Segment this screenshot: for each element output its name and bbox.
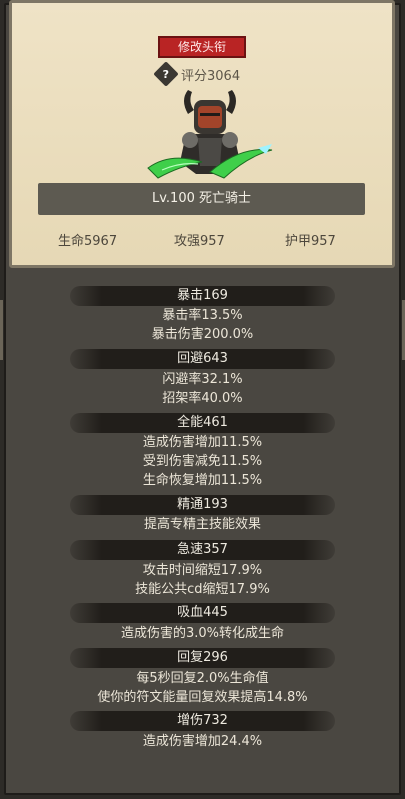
stat-header-mastery: 精通193 (70, 495, 335, 515)
stat-line: 暴击率13.5% (162, 308, 243, 323)
stat-line: 使你的符文能量回复效果提高14.8% (97, 690, 308, 705)
armor-stat: 护甲957 (285, 234, 336, 249)
stat-line: 闪避率32.1% (162, 372, 243, 387)
stat-line: 受到伤害减免11.5% (142, 454, 263, 469)
stat-header-lifesteal: 吸血445 (70, 603, 335, 623)
attack-stat: 攻强957 (174, 234, 225, 249)
stat-line: 每5秒回复2.0%生命值 (136, 671, 269, 686)
stat-line: 攻击时间缩短17.9% (142, 563, 263, 578)
stat-header-regen: 回复296 (70, 648, 335, 668)
hp-stat: 生命5967 (58, 234, 118, 249)
stat-line: 造成伤害增加24.4% (142, 734, 263, 749)
stat-line: 招架率40.0% (162, 391, 243, 406)
stat-line: 暴击伤害200.0% (151, 327, 254, 342)
stat-header-haste: 急速357 (70, 540, 335, 560)
death-knight-portrait (147, 90, 273, 179)
stat-header-avoidance: 回避643 (70, 349, 335, 369)
stat-header-damage-bonus: 增伤732 (70, 711, 335, 731)
stat-line: 技能公共cd缩短17.9% (135, 582, 270, 597)
stat-line: 提高专精主技能效果 (143, 517, 261, 532)
stat-header-crit: 暴击169 (70, 286, 335, 306)
stat-header-versatility: 全能461 (70, 413, 335, 433)
stat-line: 造成伤害增加11.5% (142, 435, 263, 450)
character-name-bar: Lv.100 死亡骑士 (38, 183, 365, 215)
stat-line: 造成伤害的3.0%转化成生命 (120, 626, 285, 641)
stat-line: 生命恢复增加11.5% (142, 473, 263, 488)
change-title-button[interactable]: 修改头衔 (158, 36, 246, 58)
